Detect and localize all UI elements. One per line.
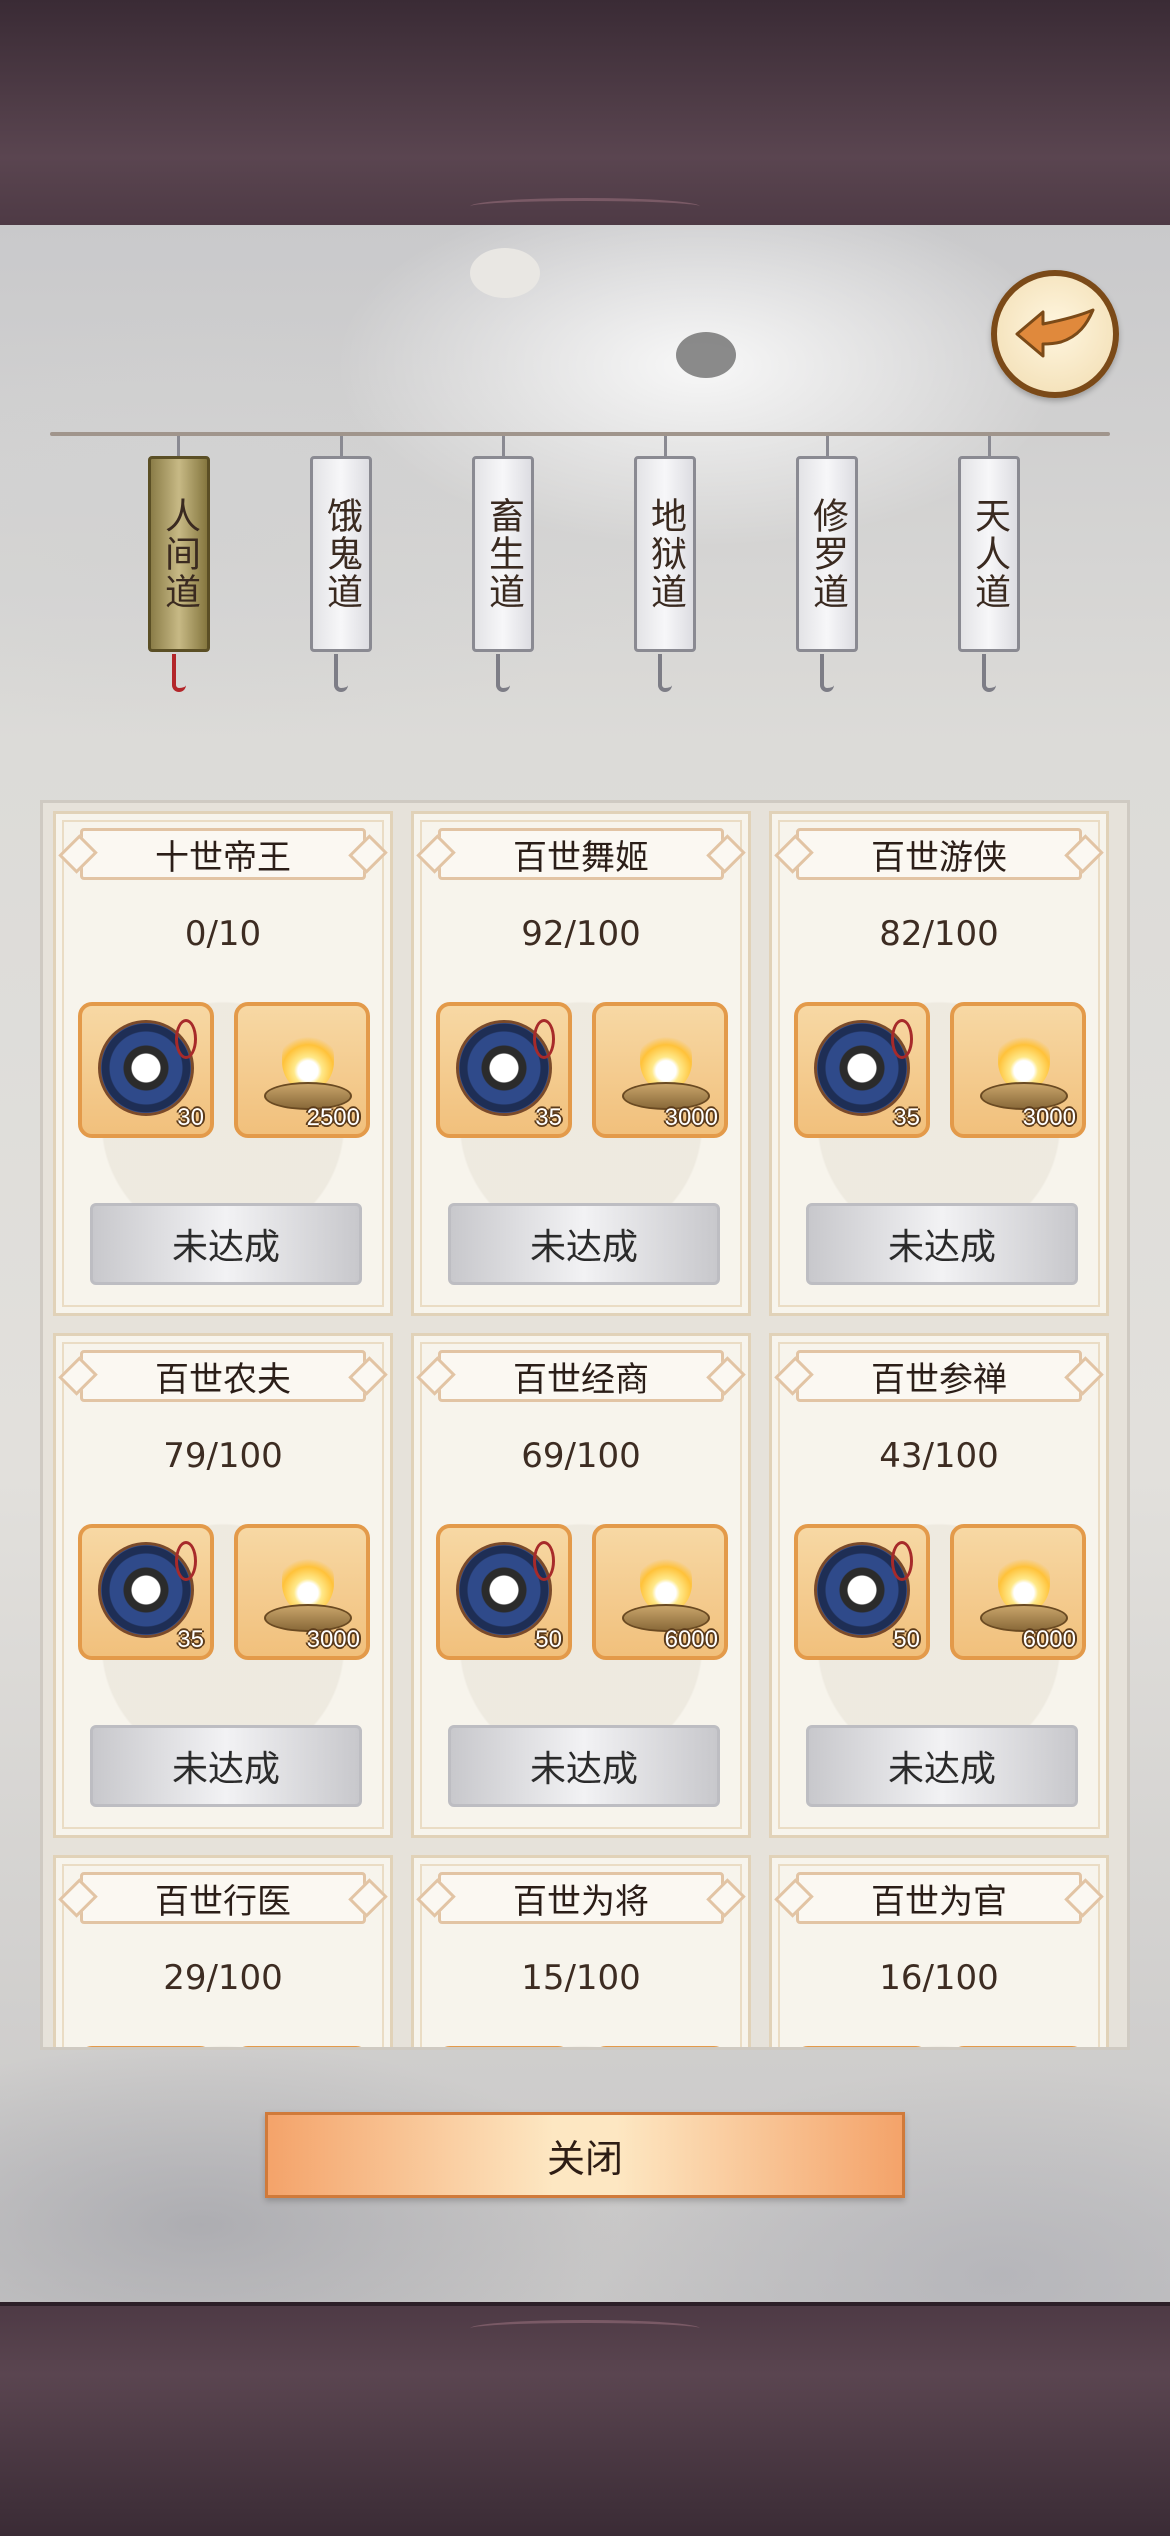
reward-slot[interactable]: 30	[78, 1002, 214, 1138]
tab-string	[826, 436, 829, 458]
claim-button[interactable]: 未达成	[90, 1203, 362, 1285]
tab-tassel	[820, 654, 834, 692]
tab-string	[988, 436, 991, 458]
card-title: 百世舞姬	[438, 828, 724, 880]
reward-qty: 35	[177, 1626, 204, 1653]
card-title: 百世行医	[80, 1872, 366, 1924]
reward-slot[interactable]: 35	[436, 1002, 572, 1138]
reward-slot[interactable]	[234, 2046, 370, 2047]
tab-eguidao[interactable]: 饿鬼道	[310, 456, 372, 652]
reward-slot[interactable]	[592, 2046, 728, 2047]
reward-slot[interactable]: 3000	[234, 1524, 370, 1660]
tab-tassel	[658, 654, 672, 692]
tab-string	[340, 436, 343, 458]
claim-button[interactable]: 未达成	[806, 1725, 1078, 1807]
bagua-compass-icon	[456, 1541, 555, 1638]
bagua-compass-icon	[814, 1541, 913, 1638]
claim-button[interactable]: 未达成	[448, 1725, 720, 1807]
reward-slot[interactable]: 35	[794, 1002, 930, 1138]
tab-rope	[50, 432, 1110, 436]
achievement-card: 百世农夫 79/100 35 3000 未达成	[53, 1333, 393, 1838]
reward-qty: 6000	[664, 1626, 718, 1653]
achievement-card: 百世游侠 82/100 35 3000 未达成	[769, 811, 1109, 1316]
achievement-card: 百世为官 16/100	[769, 1855, 1109, 2047]
card-title: 百世参禅	[796, 1350, 1082, 1402]
card-title: 百世为官	[796, 1872, 1082, 1924]
card-progress: 92/100	[521, 914, 641, 954]
reward-qty: 50	[535, 1626, 562, 1653]
claim-button[interactable]: 未达成	[448, 1203, 720, 1285]
back-button[interactable]	[991, 270, 1119, 398]
reward-qty: 3000	[306, 1626, 360, 1653]
tab-tassel	[496, 654, 510, 692]
card-title: 百世为将	[438, 1872, 724, 1924]
close-button[interactable]: 关闭	[265, 2112, 905, 2198]
reward-qty: 35	[893, 1104, 920, 1131]
claim-button[interactable]: 未达成	[806, 1203, 1078, 1285]
reward-slot[interactable]: 2500	[234, 1002, 370, 1138]
bottom-frame-bar	[0, 2302, 1170, 2536]
bagua-compass-icon	[98, 1019, 197, 1116]
reward-slot[interactable]: 6000	[950, 1524, 1086, 1660]
tab-tianrendao[interactable]: 天人道	[958, 456, 1020, 652]
top-frame-bar	[0, 0, 1170, 229]
card-title: 百世游侠	[796, 828, 1082, 880]
tab-diyudao[interactable]: 地狱道	[634, 456, 696, 652]
achievement-card: 百世参禅 43/100 50 6000 未达成	[769, 1333, 1109, 1838]
card-progress: 43/100	[879, 1436, 999, 1476]
tab-string	[664, 436, 667, 458]
bagua-compass-icon	[98, 1541, 197, 1638]
reward-qty: 3000	[664, 1104, 718, 1131]
card-progress: 0/10	[184, 914, 262, 954]
reward-slot[interactable]	[78, 2046, 214, 2047]
card-progress: 69/100	[521, 1436, 641, 1476]
tab-string	[177, 436, 180, 458]
achievement-card: 百世为将 15/100	[411, 1855, 751, 2047]
reward-slot[interactable]: 3000	[950, 1002, 1086, 1138]
tab-tassel	[334, 654, 348, 692]
claim-button[interactable]: 未达成	[90, 1725, 362, 1807]
tab-tassel	[982, 654, 996, 692]
card-progress: 79/100	[163, 1436, 283, 1476]
reward-qty: 6000	[1022, 1626, 1076, 1653]
back-arrow-icon	[1015, 308, 1095, 358]
tab-xiuluodao[interactable]: 修罗道	[796, 456, 858, 652]
achievement-card: 百世经商 69/100 50 6000 未达成	[411, 1333, 751, 1838]
card-progress: 15/100	[521, 1958, 641, 1998]
reward-slot[interactable]: 3000	[592, 1002, 728, 1138]
achievement-card: 百世行医 29/100	[53, 1855, 393, 2047]
card-title: 百世农夫	[80, 1350, 366, 1402]
reward-slot[interactable]: 50	[436, 1524, 572, 1660]
reward-slot[interactable]: 50	[794, 1524, 930, 1660]
card-progress: 16/100	[879, 1958, 999, 1998]
reward-qty: 30	[177, 1104, 204, 1131]
card-progress: 29/100	[163, 1958, 283, 1998]
reward-slot[interactable]	[794, 2046, 930, 2047]
taiji-cloud-decoration	[470, 248, 540, 298]
tab-tassel	[172, 654, 186, 692]
reward-slot[interactable]: 35	[78, 1524, 214, 1660]
achievement-card: 百世舞姬 92/100 35 3000 未达成	[411, 811, 751, 1316]
tab-chushengdao[interactable]: 畜生道	[472, 456, 534, 652]
tab-renjiandao[interactable]: 人间道	[148, 456, 210, 652]
reward-qty: 2500	[306, 1104, 360, 1131]
card-progress: 82/100	[879, 914, 999, 954]
reward-qty: 3000	[1022, 1104, 1076, 1131]
bagua-compass-icon	[456, 1019, 555, 1116]
taiji-dot-decoration	[676, 332, 736, 378]
card-title: 十世帝王	[80, 828, 366, 880]
reward-slot[interactable]	[950, 2046, 1086, 2047]
achievement-card: 十世帝王 0/10 30 2500 未达成	[53, 811, 393, 1316]
tab-string	[502, 436, 505, 458]
bagua-compass-icon	[814, 1019, 913, 1116]
card-title: 百世经商	[438, 1350, 724, 1402]
reward-slot[interactable]: 6000	[592, 1524, 728, 1660]
achievement-panel[interactable]: 十世帝王 0/10 30 2500 未达成 百世舞姬 92/100 35 300…	[40, 800, 1130, 2050]
reward-qty: 50	[893, 1626, 920, 1653]
reward-qty: 35	[535, 1104, 562, 1131]
reward-slot[interactable]	[436, 2046, 572, 2047]
